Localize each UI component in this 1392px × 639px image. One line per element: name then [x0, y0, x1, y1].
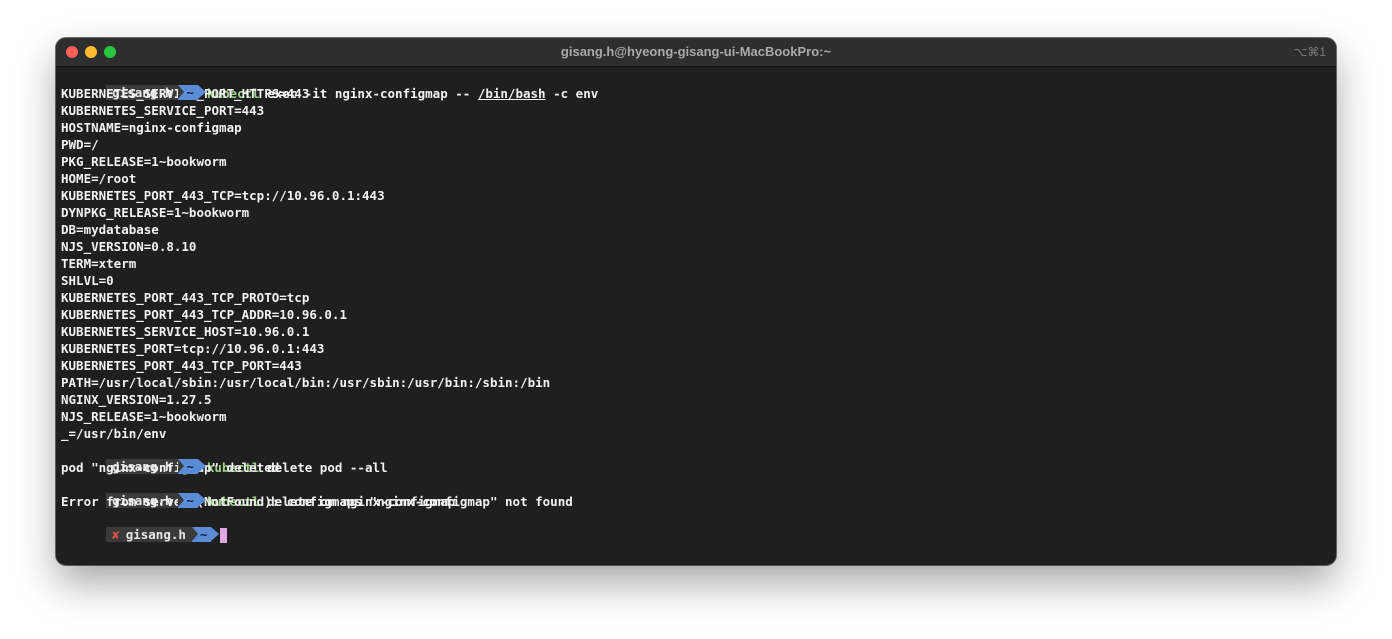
prompt-cwd: ~: [178, 493, 206, 508]
prompt-cwd: ~: [178, 85, 206, 100]
output-line: PWD=/: [61, 137, 99, 152]
output-line: HOME=/root: [61, 171, 137, 186]
text-cursor[interactable]: [220, 528, 228, 543]
output-line: KUBERNETES_PORT_443_TCP_PROTO=tcp: [61, 290, 310, 305]
prompt-cwd: ~: [178, 459, 206, 474]
output-line: PATH=/usr/local/sbin:/usr/local/bin:/usr…: [61, 375, 551, 390]
output-line: NGINX_VERSION=1.27.5: [61, 392, 212, 407]
current-prompt-line: ✘ gisang.h ~: [61, 510, 1331, 543]
prompt-cwd: ~: [191, 527, 219, 542]
output-line: NJS_RELEASE=1~bookworm: [61, 409, 227, 424]
output-line: KUBERNETES_PORT_443_TCP=tcp://10.96.0.1:…: [61, 188, 385, 203]
command-line: gisang.h ~ kubectl exec -it nginx-configma…: [61, 68, 1331, 101]
output-line: SHLVL=0: [61, 273, 114, 288]
command-args: -c env: [545, 86, 599, 101]
error-mark-icon: ✘: [112, 527, 120, 542]
window-title: gisang.h@hyeong-gisang-ui-MacBookPro:~: [560, 44, 832, 59]
output-line: HOSTNAME=nginx-configmap: [61, 120, 242, 135]
command-line: gisang.h ~ kubectl delete pod --all: [61, 442, 1331, 475]
output-line: KUBERNETES_PORT_443_TCP_ADDR=10.96.0.1: [61, 307, 347, 322]
command-line: gisang.h ~ kubectl delete cm nginx-configm…: [61, 476, 1331, 509]
output-line: _=/usr/bin/env: [61, 426, 167, 441]
output-line: TERM=xterm: [61, 256, 137, 271]
output-line: pod "nginx-configmap" deleted: [61, 460, 280, 475]
output-line: KUBERNETES_PORT=tcp://10.96.0.1:443: [61, 341, 325, 356]
output-line: KUBERNETES_SERVICE_PORT=443: [61, 103, 265, 118]
output-line: KUBERNETES_SERVICE_PORT_HTTPS=443: [61, 85, 1331, 102]
prompt-user-with-error: ✘ gisang.h: [106, 527, 192, 542]
terminal-content[interactable]: gisang.h ~ kubectl exec -it nginx-configma…: [61, 68, 1331, 565]
output-line: KUBERNETES_PORT_443_TCP_PORT=443: [61, 358, 302, 373]
output-line: DB=mydatabase: [61, 222, 159, 237]
output-line: DYNPKG_RELEASE=1~bookworm: [61, 205, 250, 220]
prompt-user: gisang.h: [125, 527, 186, 542]
command-path: /bin/bash: [477, 86, 546, 101]
window-shortcut: ⌥⌘1: [1293, 45, 1326, 59]
title-bar: gisang.h@hyeong-gisang-ui-MacBookPro:~ ⌥…: [56, 38, 1336, 67]
output-line: PKG_RELEASE=1~bookworm: [61, 154, 227, 169]
terminal-window: gisang.h@hyeong-gisang-ui-MacBookPro:~ ⌥…: [56, 38, 1336, 565]
error-output-line: Error from server (NotFound): configmaps…: [61, 494, 573, 509]
output-line: KUBERNETES_SERVICE_HOST=10.96.0.1: [61, 324, 310, 339]
output-line: NJS_VERSION=0.8.10: [61, 239, 197, 254]
